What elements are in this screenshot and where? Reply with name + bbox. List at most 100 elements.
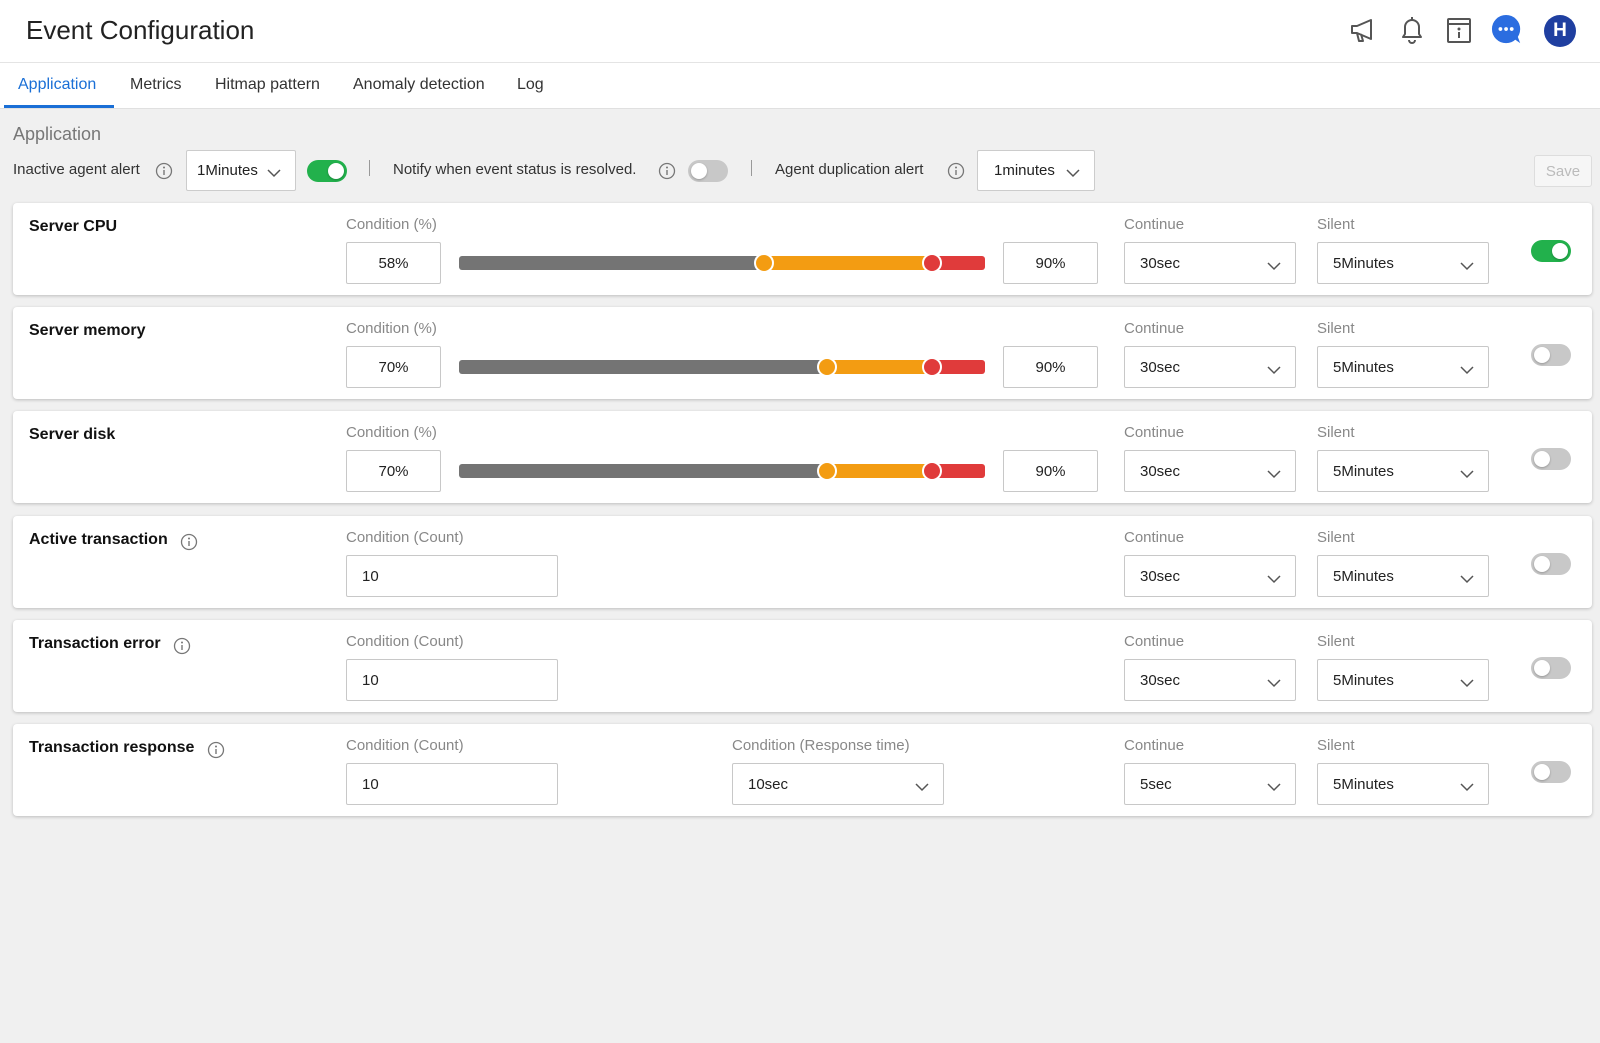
card-title: Transaction response (29, 739, 195, 756)
tab-log[interactable]: Log (517, 76, 544, 94)
condition-label: Condition (%) (346, 424, 437, 441)
continue-select[interactable]: 30sec (1124, 242, 1296, 284)
slider-segment-normal (459, 464, 828, 478)
chat-bubble-icon[interactable] (1491, 14, 1523, 46)
condition-low-input[interactable]: 58% (346, 242, 441, 284)
silent-value: 5Minutes (1333, 671, 1394, 689)
silent-value: 5Minutes (1333, 254, 1394, 272)
active-tab-indicator (4, 105, 114, 108)
info-icon[interactable] (207, 741, 225, 759)
chevron-down-icon (1066, 165, 1080, 182)
notify-resolved-toggle[interactable] (688, 160, 728, 182)
enable-toggle[interactable] (1531, 240, 1571, 262)
tab-application[interactable]: Application (18, 76, 96, 94)
silent-select[interactable]: 5Minutes (1317, 242, 1489, 284)
silent-label: Silent (1317, 320, 1355, 337)
continue-label: Continue (1124, 424, 1185, 441)
continue-select[interactable]: 30sec (1124, 346, 1296, 388)
event-card-active-transaction: Active transaction Condition (Count) 10 … (13, 516, 1592, 608)
tab-metrics[interactable]: Metrics (130, 76, 182, 94)
tab-bar: Application Metrics Hitmap pattern Anoma… (0, 63, 1600, 109)
continue-value: 30sec (1140, 567, 1181, 585)
condition-label: Condition (%) (346, 320, 437, 337)
toggle-knob (691, 163, 707, 179)
threshold-slider[interactable] (459, 461, 985, 481)
slider-handle-critical[interactable] (922, 461, 943, 481)
enable-toggle[interactable] (1531, 761, 1571, 783)
condition-label: Condition (%) (346, 216, 437, 233)
info-icon[interactable] (180, 533, 198, 551)
slider-handle-warning[interactable] (817, 357, 838, 377)
enable-toggle[interactable] (1531, 657, 1571, 679)
app-header: Event Configuration H (0, 0, 1600, 63)
silent-label: Silent (1317, 737, 1355, 754)
silent-value: 5Minutes (1333, 462, 1394, 480)
condition-response-value: 10sec (748, 775, 789, 793)
chevron-down-icon (915, 779, 929, 796)
enable-toggle[interactable] (1531, 553, 1571, 575)
inactive-agent-alert-toggle[interactable] (307, 160, 347, 182)
condition-response-select[interactable]: 10sec (732, 763, 944, 805)
silent-label: Silent (1317, 633, 1355, 650)
continue-label: Continue (1124, 633, 1185, 650)
info-card-icon[interactable] (1443, 14, 1475, 46)
threshold-slider[interactable] (459, 253, 985, 273)
silent-label: Silent (1317, 529, 1355, 546)
continue-select[interactable]: 30sec (1124, 555, 1296, 597)
enable-toggle[interactable] (1531, 344, 1571, 366)
silent-select[interactable]: 5Minutes (1317, 763, 1489, 805)
condition-count-input[interactable]: 10 (346, 763, 558, 805)
chevron-down-icon (1460, 571, 1474, 588)
condition-high-input[interactable]: 90% (1003, 346, 1098, 388)
silent-select[interactable]: 5Minutes (1317, 555, 1489, 597)
slider-handle-critical[interactable] (922, 253, 943, 273)
tab-anomaly-detection[interactable]: Anomaly detection (353, 76, 485, 94)
avatar[interactable]: H (1544, 15, 1576, 47)
tab-hitmap-pattern[interactable]: Hitmap pattern (215, 76, 320, 94)
continue-label: Continue (1124, 529, 1185, 546)
info-icon[interactable] (947, 162, 965, 180)
chevron-down-icon (1460, 466, 1474, 483)
agent-duplication-alert-select[interactable]: 1minutes (977, 150, 1095, 191)
megaphone-icon[interactable] (1348, 14, 1380, 46)
condition-low-input[interactable]: 70% (346, 346, 441, 388)
threshold-slider[interactable] (459, 357, 985, 377)
bell-icon[interactable] (1396, 14, 1428, 46)
divider (369, 160, 370, 176)
info-icon[interactable] (173, 637, 191, 655)
silent-value: 5Minutes (1333, 567, 1394, 585)
slider-handle-critical[interactable] (922, 357, 943, 377)
save-button[interactable]: Save (1534, 155, 1592, 187)
condition-high-input[interactable]: 90% (1003, 242, 1098, 284)
chevron-down-icon (1460, 258, 1474, 275)
continue-select[interactable]: 30sec (1124, 450, 1296, 492)
event-card-transaction-response: Transaction response Condition (Count) 1… (13, 724, 1592, 816)
condition-count-input[interactable]: 10 (346, 659, 558, 701)
continue-value: 30sec (1140, 358, 1181, 376)
info-icon[interactable] (155, 162, 173, 180)
silent-value: 5Minutes (1333, 775, 1394, 793)
divider (751, 160, 752, 176)
inactive-agent-alert-select[interactable]: 1Minutes (186, 150, 296, 191)
slider-handle-warning[interactable] (817, 461, 838, 481)
condition-count-input[interactable]: 10 (346, 555, 558, 597)
chevron-down-icon (1267, 362, 1281, 379)
silent-select[interactable]: 5Minutes (1317, 450, 1489, 492)
condition-low-input[interactable]: 70% (346, 450, 441, 492)
condition-label: Condition (Count) (346, 633, 464, 650)
toggle-knob (328, 163, 344, 179)
continue-value: 30sec (1140, 671, 1181, 689)
chevron-down-icon (1460, 779, 1474, 796)
silent-value: 5Minutes (1333, 358, 1394, 376)
info-icon[interactable] (658, 162, 676, 180)
condition-high-input[interactable]: 90% (1003, 450, 1098, 492)
silent-select[interactable]: 5Minutes (1317, 346, 1489, 388)
continue-select[interactable]: 30sec (1124, 659, 1296, 701)
enable-toggle[interactable] (1531, 448, 1571, 470)
slider-handle-warning[interactable] (754, 253, 775, 273)
continue-select[interactable]: 5sec (1124, 763, 1296, 805)
silent-select[interactable]: 5Minutes (1317, 659, 1489, 701)
inactive-agent-alert-label: Inactive agent alert (13, 161, 140, 178)
card-title: Server memory (29, 322, 146, 339)
inactive-agent-alert-value: 1Minutes (197, 162, 258, 179)
